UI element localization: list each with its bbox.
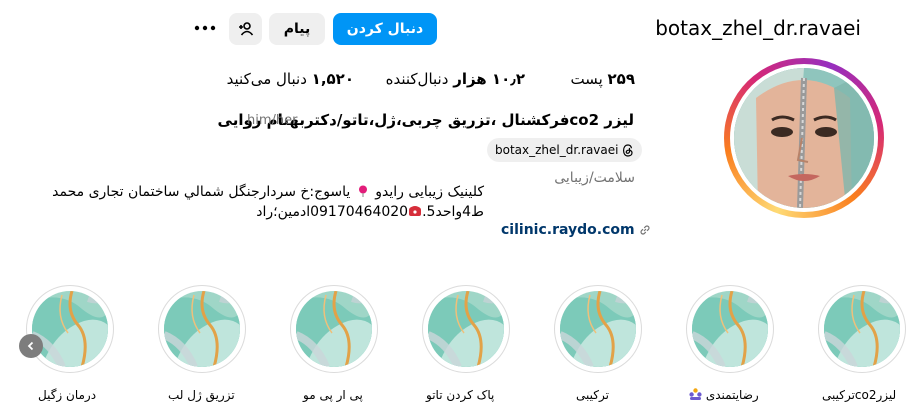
highlight-label: ترکیبی xyxy=(576,388,609,402)
following-link[interactable]: ۱,۵۲۰ دنبال می‌کنید xyxy=(227,70,354,88)
follow-button[interactable]: دنبال کردن xyxy=(333,13,437,45)
threads-handle: botax_zhel_dr.ravaei xyxy=(495,143,619,157)
highlight-cover-image xyxy=(824,291,900,367)
highlight-cover-image xyxy=(296,291,372,367)
profile-bio: کلینیک زیبایی رایدو یاسوج:خ سردارجنگل شم… xyxy=(14,182,484,222)
highlight-cover-image xyxy=(692,291,768,367)
highlight-label-wrap: رضایتمندی xyxy=(689,388,759,402)
people-emoji-icon xyxy=(689,388,702,400)
highlight-label: پی ار پی مو xyxy=(303,388,363,402)
posts-value: ۲۵۹ xyxy=(607,70,635,88)
highlight-item[interactable]: پاک کردن تاتو xyxy=(422,285,510,402)
followers-link[interactable]: ۱۰٫۲ هزار دنبال‌کننده xyxy=(386,70,525,88)
highlight-cover xyxy=(290,285,378,373)
profile-avatar[interactable] xyxy=(724,58,884,218)
highlight-label: پاک کردن تاتو xyxy=(426,388,495,402)
highlight-cover-image xyxy=(164,291,240,367)
profile-website-link[interactable]: cilinic.raydo.com xyxy=(501,222,651,238)
followers-label: دنبال‌کننده xyxy=(385,70,449,88)
highlight-item[interactable]: پی ار پی مو xyxy=(290,285,378,402)
bio-phone: 09170464020ادمین؛راد xyxy=(256,204,409,220)
threads-badge[interactable]: botax_zhel_dr.ravaei xyxy=(487,138,643,162)
telephone-icon xyxy=(409,206,422,216)
highlight-cover-image xyxy=(32,291,108,367)
highlight-cover xyxy=(686,285,774,373)
highlight-cover xyxy=(26,285,114,373)
profile-pronouns: him/her xyxy=(247,113,298,128)
bio-unit: ط4واحد5. xyxy=(422,204,484,220)
highlight-item[interactable]: درمان زگیل xyxy=(26,285,114,402)
highlight-cover-image xyxy=(428,291,504,367)
followers-value: ۱۰٫۲ هزار xyxy=(453,70,525,88)
website-url: cilinic.raydo.com xyxy=(501,222,635,238)
posts-label: پست xyxy=(570,70,603,88)
bio-line-2: ط4واحد5. 09170464020ادمین؛راد xyxy=(14,202,484,222)
more-options-button[interactable] xyxy=(191,14,219,42)
chevron-left-icon xyxy=(27,341,34,351)
bio-address: یاسوج:خ سردارجنگل شمالي ساختمان تجاری مح… xyxy=(52,184,351,200)
highlight-item[interactable]: تزریق ژل لب xyxy=(158,285,246,402)
highlight-label: درمان زگیل xyxy=(38,388,97,402)
more-horizontal-icon xyxy=(194,25,216,31)
avatar-face-illustration xyxy=(734,68,874,208)
highlight-cover xyxy=(554,285,642,373)
following-label: دنبال می‌کنید xyxy=(226,70,307,88)
link-icon xyxy=(640,225,650,235)
threads-icon xyxy=(623,143,634,157)
message-button[interactable]: پیام xyxy=(269,13,325,45)
highlight-item[interactable]: ترکیبی xyxy=(554,285,642,402)
avatar-border xyxy=(730,64,878,212)
highlights-previous-button[interactable] xyxy=(19,334,43,358)
highlight-cover xyxy=(818,285,906,373)
location-pin-icon xyxy=(358,185,367,197)
highlight-cover xyxy=(158,285,246,373)
add-person-icon xyxy=(238,22,253,36)
highlight-label: رضایتمندی xyxy=(705,388,759,402)
highlight-label: لیزرco2ترکیبی xyxy=(822,388,897,402)
profile-username: botax_zhel_dr.ravaei xyxy=(655,16,861,40)
highlight-label: تزریق ژل لب xyxy=(168,388,235,402)
avatar-image xyxy=(734,68,874,208)
highlight-cover xyxy=(422,285,510,373)
bio-clinic-name: کلینیک زیبایی رایدو xyxy=(375,184,484,200)
profile-category: سلامت/زیبایی xyxy=(554,170,635,186)
highlight-item[interactable]: رضایتمندی xyxy=(686,285,774,402)
bio-line-1: کلینیک زیبایی رایدو یاسوج:خ سردارجنگل شم… xyxy=(14,182,484,202)
highlight-cover-image xyxy=(560,291,636,367)
suggested-accounts-button[interactable] xyxy=(229,13,262,45)
highlight-item[interactable]: لیزرco2ترکیبی xyxy=(818,285,906,402)
following-value: ۱,۵۲۰ xyxy=(311,70,354,88)
posts-count: ۲۵۹ پست xyxy=(570,70,635,88)
